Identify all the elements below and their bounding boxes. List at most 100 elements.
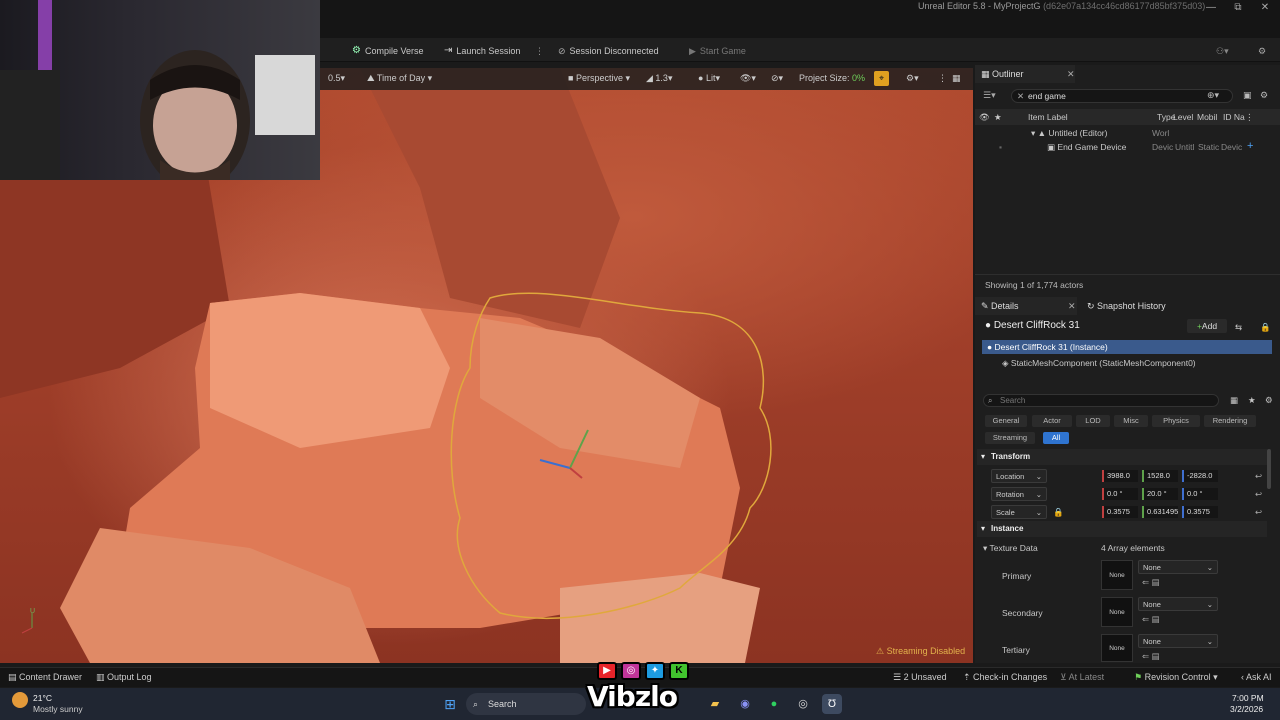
settings-icon[interactable]: ⚙ (1258, 44, 1266, 58)
check-in-button[interactable]: ⇡ Check-in Changes (963, 672, 1047, 683)
content-drawer-button[interactable]: ▤ Content Drawer (8, 672, 82, 683)
column-mobility[interactable]: Mobil (1197, 112, 1217, 122)
clock-time[interactable]: 7:00 PM (1232, 693, 1264, 703)
reset-scale-icon[interactable]: ↩ (1255, 507, 1262, 518)
pin-icon[interactable]: ★ (994, 112, 1002, 123)
perspective-button[interactable]: ■ Perspective ▾ (568, 72, 630, 85)
viewport-options-icon[interactable]: ⋮ (938, 72, 947, 85)
details-search-input[interactable]: ⌕ Search (983, 394, 1219, 407)
taskbar-search-input[interactable]: ⌕ Search (466, 693, 586, 715)
location-y-field[interactable]: 1528.0 (1142, 470, 1178, 482)
column-options-icon[interactable]: ⋮ (1245, 112, 1254, 123)
fov-button[interactable]: ◢ 1.3▾ (646, 72, 672, 85)
details-scrollbar[interactable] (1267, 449, 1271, 489)
column-id[interactable]: ID Na (1223, 112, 1245, 122)
layout-icon[interactable]: ▦ (952, 72, 961, 85)
favorite-icon[interactable]: ★ (1248, 395, 1256, 406)
details-settings-icon[interactable]: ⚙ (1265, 395, 1273, 406)
spotify-icon[interactable]: ● (764, 694, 784, 714)
filter-general[interactable]: General (985, 415, 1027, 427)
filter-streaming[interactable]: Streaming (985, 432, 1035, 444)
texture-data-row[interactable]: ▾ Texture Data (983, 543, 1038, 554)
scale-lock-icon[interactable]: 🔒 (1053, 507, 1064, 518)
outliner-tab[interactable]: ▦ Outliner ✕ (975, 65, 1075, 83)
weather-text[interactable]: Mostly sunny (33, 704, 83, 714)
show-flags-icon[interactable]: 👁▾ (740, 72, 756, 85)
collab-icon[interactable]: ⚇▾ (1216, 44, 1229, 58)
launch-session-button[interactable]: ⇥ Launch Session (444, 44, 520, 58)
rotation-x-field[interactable]: 0.0 ° (1102, 488, 1138, 500)
compile-verse-button[interactable]: ⚙ Compile Verse (352, 44, 424, 58)
weather-icon[interactable] (12, 692, 28, 708)
unsaved-button[interactable]: ☰ 2 Unsaved (893, 672, 947, 683)
close-icon[interactable]: ✕ (1068, 297, 1076, 315)
transform-header[interactable]: ▾ Transform (977, 449, 1267, 465)
column-level[interactable]: Level (1173, 112, 1193, 122)
lock-icon[interactable]: 🔒 (1260, 322, 1271, 333)
slot-primary-thumbnail[interactable]: None (1101, 560, 1133, 590)
more-options-icon[interactable]: ⋮ (535, 44, 544, 58)
file-explorer-icon[interactable]: ▰ (705, 694, 725, 714)
location-x-field[interactable]: 3988.0 (1102, 470, 1138, 482)
instance-header[interactable]: ▾ Instance (977, 521, 1267, 537)
add-component-button[interactable]: +Add (1187, 319, 1227, 333)
filter-all[interactable]: All (1043, 432, 1069, 444)
outliner-settings-icon[interactable]: ⚙ (1260, 90, 1268, 101)
viewport-settings-icon[interactable]: ⚙▾ (906, 72, 919, 85)
clock-date[interactable]: 3/2/2026 (1230, 704, 1263, 714)
unreal-editor-icon[interactable]: Ʊ (822, 694, 842, 714)
rotation-dropdown[interactable]: Rotation ⌄ (991, 487, 1047, 501)
scale-z-field[interactable]: 0.3575 (1182, 506, 1218, 518)
scale-x-field[interactable]: 0.3575 (1102, 506, 1138, 518)
row-visibility-icon[interactable]: ▪ (999, 142, 1002, 152)
realtime-icon[interactable]: ⊘▾ (771, 72, 783, 85)
time-of-day-button[interactable]: ⛰ Time of Day ▾ (367, 72, 432, 85)
output-log-button[interactable]: ▥ Output Log (96, 672, 152, 683)
add-icon[interactable]: + (1247, 140, 1253, 152)
discord-icon[interactable]: ◉ (735, 694, 755, 714)
snapshot-history-tab[interactable]: ↻ Snapshot History (1087, 297, 1166, 315)
camera-speed[interactable]: 0.5▾ (328, 72, 345, 85)
filter-icon[interactable]: ☰▾ (983, 90, 996, 101)
close-button[interactable]: ✕ (1250, 2, 1280, 14)
maximize-button[interactable]: ⧉ (1223, 2, 1253, 14)
slot-tertiary-dropdown[interactable]: None ⌄ (1138, 634, 1218, 648)
slot-primary-dropdown[interactable]: None ⌄ (1138, 560, 1218, 574)
temperature[interactable]: 21°C (33, 693, 52, 703)
location-z-field[interactable]: -2828.0 (1182, 470, 1218, 482)
details-tab[interactable]: ✎ Details ✕ (975, 297, 1077, 315)
slot-tertiary-thumbnail[interactable]: None (1101, 634, 1133, 662)
visibility-icon[interactable]: 👁 (979, 112, 990, 123)
actor-name[interactable]: ● Desert CliffRock 31 (985, 320, 1080, 331)
blueprint-icon[interactable]: ⇆ (1235, 322, 1242, 333)
filter-rendering[interactable]: Rendering (1204, 415, 1256, 427)
tree-row-end-game-device[interactable]: ▣ End Game Device (1047, 142, 1126, 153)
slot-secondary-dropdown[interactable]: None ⌄ (1138, 597, 1218, 611)
lit-button[interactable]: ● Lit▾ (698, 72, 720, 85)
at-latest-status[interactable]: ⊻ At Latest (1060, 672, 1104, 683)
component-row[interactable]: ◈ StaticMeshComponent (StaticMeshCompone… (1002, 358, 1196, 369)
use-selected-icon[interactable]: ⇐ ▤ (1142, 614, 1160, 625)
tree-row-untitled[interactable]: ▾ ▲ Untitled (Editor) (1031, 128, 1107, 139)
filter-actor[interactable]: Actor (1032, 415, 1072, 427)
scale-dropdown[interactable]: Scale ⌄ (991, 505, 1047, 519)
use-selected-icon[interactable]: ⇐ ▤ (1142, 651, 1160, 662)
revision-control-button[interactable]: ⚑ Revision Control ▾ (1134, 672, 1218, 683)
ask-ai-button[interactable]: ‹ Ask AI (1241, 672, 1272, 682)
start-game-button[interactable]: ▶ Start Game (689, 44, 746, 58)
grid-view-icon[interactable]: ▦ (1230, 395, 1238, 406)
obs-icon[interactable]: ◎ (793, 694, 813, 714)
scale-y-field[interactable]: 0.631495 (1142, 506, 1178, 518)
outliner-search-input[interactable]: ✕ end game (1011, 89, 1233, 103)
location-dropdown[interactable]: Location ⌄ (991, 469, 1047, 483)
filter-misc[interactable]: Misc (1114, 415, 1148, 427)
filter-physics[interactable]: Physics (1152, 415, 1200, 427)
session-status[interactable]: ⊘ Session Disconnected (558, 44, 659, 58)
add-filter-icon[interactable]: ⊕▾ (1207, 90, 1219, 101)
reset-location-icon[interactable]: ↩ (1255, 471, 1262, 482)
close-icon[interactable]: ✕ (1067, 65, 1075, 83)
snap-icon[interactable]: ⌖ (874, 71, 889, 86)
folder-icon[interactable]: ▣ (1243, 90, 1252, 101)
filter-lod[interactable]: LOD (1076, 415, 1110, 427)
column-item-label[interactable]: Item Label (1028, 112, 1068, 122)
